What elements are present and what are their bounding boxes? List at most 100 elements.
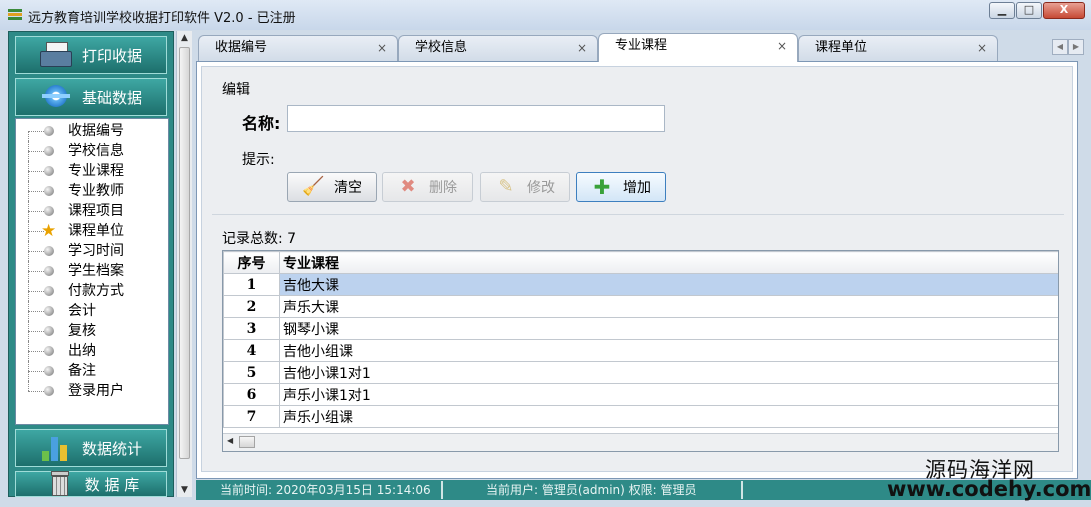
name-label: 名称: [242, 114, 281, 133]
clear-label: 清空 [334, 180, 362, 196]
data-statistics-button[interactable]: 数据统计 [15, 429, 167, 467]
table-row[interactable]: 3 钢琴小课 [223, 317, 1058, 340]
tree-item[interactable]: 会计 [16, 301, 168, 321]
edit-group-label: 编辑 [222, 82, 250, 98]
basic-data-tree: 收据编号学校信息专业课程专业教师课程项目 ★ 课程单位 学习时间 学生档案 付款方式 会计复… [15, 118, 169, 425]
maximize-button[interactable]: □ [1016, 2, 1042, 19]
tree-connector [28, 371, 44, 372]
tab-scroll-left-icon[interactable]: ◀ [1052, 39, 1068, 55]
course-name-cell[interactable]: 声乐小课1对1 [279, 383, 1058, 406]
table-horizontal-scrollbar[interactable]: ◀ [223, 433, 1058, 451]
sidebar-scrollbar[interactable]: ▲ ▼ [176, 31, 192, 497]
tree-item[interactable]: 课程项目 [16, 201, 168, 221]
table-row[interactable]: 4 吉他小组课 [223, 339, 1058, 362]
tab-close-icon[interactable]: × [577, 36, 587, 60]
tree-item[interactable]: 专业教师 [16, 181, 168, 201]
status-separator [741, 481, 743, 499]
data-statistics-label: 数据统计 [81, 439, 142, 458]
tree-item-label: 备注 [68, 363, 96, 379]
row-number[interactable]: 2 [223, 295, 280, 318]
tab-label: 收据编号 [215, 40, 268, 55]
delete-button[interactable]: ✖ 删除 [382, 172, 473, 202]
tab-close-icon[interactable]: × [377, 36, 387, 60]
tree-item[interactable]: 登录用户 [16, 381, 168, 401]
course-name-cell[interactable]: 声乐大课 [279, 295, 1058, 318]
row-number[interactable]: 7 [223, 405, 280, 428]
row-number[interactable]: 3 [223, 317, 280, 340]
table-row[interactable]: 6 声乐小课1对1 [223, 383, 1058, 406]
tree-item[interactable]: 备注 [16, 361, 168, 381]
bullet-icon [44, 246, 54, 256]
modify-label: 修改 [527, 180, 555, 196]
table-row[interactable]: 5 吉他小课1对1 [223, 361, 1058, 384]
tree-item[interactable]: 学习时间 [16, 241, 168, 261]
course-name-cell[interactable]: 声乐小组课 [279, 405, 1058, 428]
tab-close-icon[interactable]: × [977, 36, 987, 60]
row-number[interactable]: 6 [223, 383, 280, 406]
tree-item[interactable]: 学校信息 [16, 141, 168, 161]
add-label: 增加 [623, 180, 651, 196]
tree-item[interactable]: 专业课程 [16, 161, 168, 181]
table-row[interactable]: 1 吉他大课 [223, 273, 1058, 296]
scroll-up-icon[interactable]: ▲ [177, 31, 192, 45]
tab-scroll-right-icon[interactable]: ▶ [1068, 39, 1084, 55]
add-button[interactable]: ✚ 增加 [576, 172, 666, 202]
basic-data-button[interactable]: 基础数据 [15, 78, 167, 116]
minimize-button[interactable]: ▁ [989, 2, 1015, 19]
tab-receipt-number[interactable]: 收据编号 × [198, 35, 398, 61]
app-icon [8, 9, 22, 21]
bullet-icon [44, 266, 54, 276]
tab-strip: 收据编号 × 学校信息 × 专业课程 × 课程单位 × ◀ ▶ [194, 33, 1091, 62]
tree-item[interactable]: 收据编号 [16, 121, 168, 141]
column-header-no[interactable]: 序号 [223, 251, 280, 274]
bullet-icon [44, 206, 54, 216]
tree-line [28, 131, 29, 141]
tree-item[interactable]: 复核 [16, 321, 168, 341]
tree-item-label: 课程项目 [68, 203, 124, 219]
tab-label: 课程单位 [815, 40, 868, 55]
clear-button[interactable]: 🧹 清空 [287, 172, 377, 202]
print-receipt-button[interactable]: 打印收据 [15, 36, 167, 74]
course-name-cell[interactable]: 吉他小课1对1 [279, 361, 1058, 384]
tree-connector [28, 391, 44, 392]
modify-button[interactable]: ✎ 修改 [480, 172, 570, 202]
course-name-cell[interactable]: 钢琴小课 [279, 317, 1058, 340]
table-row[interactable]: 7 声乐小组课 [223, 405, 1058, 428]
row-number[interactable]: 4 [223, 339, 280, 362]
course-table: 序号 专业课程 1 吉他大课 2 声乐大课 3 钢琴小课 4 吉他小组课 5 吉他小课1对1 6 声乐… [222, 250, 1059, 452]
database-button[interactable]: 数 据 库 [15, 471, 167, 497]
tab-school-info[interactable]: 学校信息 × [398, 35, 598, 61]
scroll-left-icon[interactable]: ◀ [227, 436, 233, 445]
bar-chart-icon [40, 435, 72, 461]
tab-course-unit[interactable]: 课程单位 × [798, 35, 998, 61]
tree-connector [28, 191, 44, 192]
hint-label: 提示: [242, 152, 275, 168]
table-row[interactable]: 2 声乐大课 [223, 295, 1058, 318]
tree-item[interactable]: 付款方式 [16, 281, 168, 301]
delete-label: 删除 [429, 180, 457, 196]
tree-item-label: 学校信息 [68, 143, 124, 159]
course-name-cell[interactable]: 吉他大课 [279, 273, 1058, 296]
tab-content: 编辑 名称: 提示: 🧹 清空 ✖ 删除 ✎ 修改 ✚ 增加 记录总数: 7 序… [196, 61, 1078, 479]
scroll-thumb[interactable] [179, 47, 190, 459]
tree-item[interactable]: 学生档案 [16, 261, 168, 281]
title-bar[interactable]: 远方教育培训学校收据打印软件 V2.0 - 已注册 ▁ □ X [0, 0, 1091, 30]
status-separator [441, 481, 443, 499]
course-name-cell[interactable]: 吉他小组课 [279, 339, 1058, 362]
tree-connector [28, 271, 44, 272]
tab-major-course[interactable]: 专业课程 × [598, 33, 798, 62]
tree-item-label: 专业课程 [68, 163, 124, 179]
tree-item[interactable]: ★ 课程单位 [16, 221, 168, 241]
row-number[interactable]: 5 [223, 361, 280, 384]
database-icon [43, 471, 75, 497]
tree-item-label: 课程单位 [68, 223, 124, 239]
column-header-course[interactable]: 专业课程 [279, 251, 1058, 274]
tab-close-icon[interactable]: × [777, 34, 787, 58]
row-number[interactable]: 1 [223, 273, 280, 296]
name-input[interactable] [287, 105, 665, 132]
scroll-thumb[interactable] [239, 436, 255, 448]
scroll-down-icon[interactable]: ▼ [177, 483, 192, 497]
tree-item[interactable]: 出纳 [16, 341, 168, 361]
tree-connector [28, 331, 44, 332]
close-button[interactable]: X [1043, 2, 1085, 19]
